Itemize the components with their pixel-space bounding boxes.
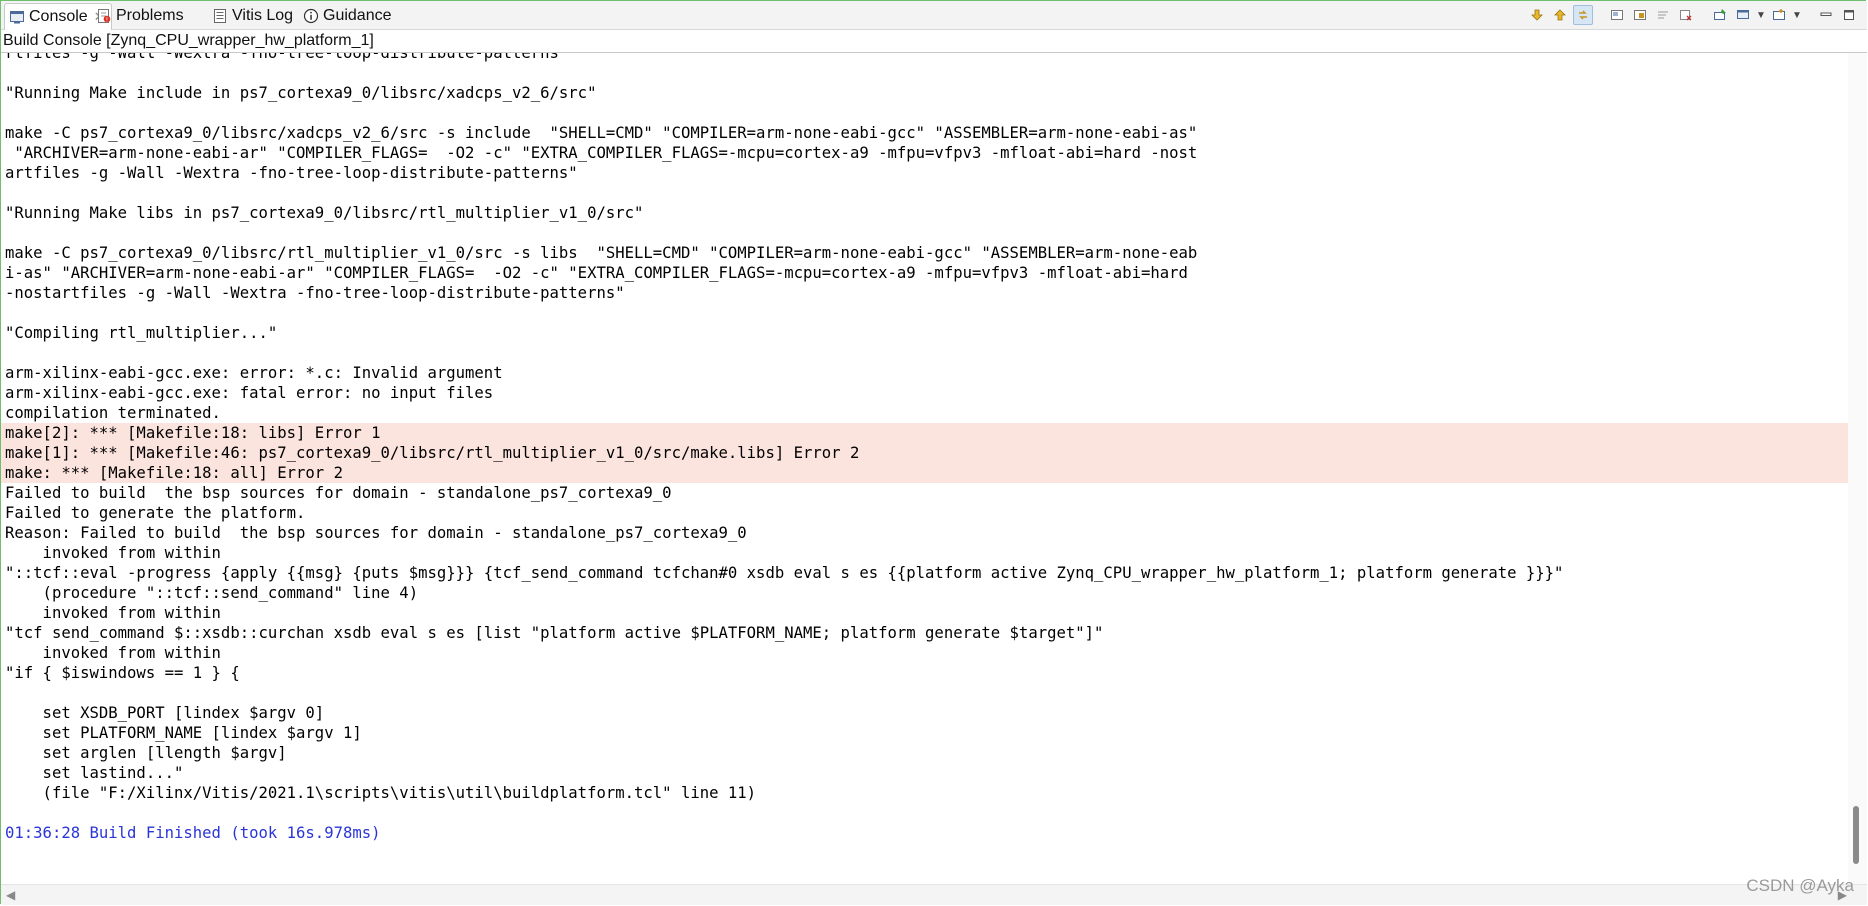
console-line: set PLATFORM_NAME [lindex $argv 1] <box>5 724 362 742</box>
console-line: 01:36:28 Build Finished (took 16s.978ms) <box>5 824 381 842</box>
console-line: Failed to generate the platform. <box>5 504 306 522</box>
console-line: "::tcf::eval -progress {apply {{msg} {pu… <box>5 564 1564 582</box>
tab-label: Vitis Log <box>232 6 294 24</box>
console-line: Failed to build the bsp sources for doma… <box>5 484 672 502</box>
word-wrap-icon[interactable] <box>1653 5 1673 25</box>
console-line: "Compiling rtl_multiplier..." <box>5 324 278 342</box>
console-line: "Running Make libs in ps7_cortexa9_0/lib… <box>5 204 644 222</box>
info-icon <box>303 8 319 24</box>
error-line: make[2]: *** [Makefile:18: libs] Error 1 <box>1 423 1848 443</box>
console-line: make -C ps7_cortexa9_0/libsrc/xadcps_v2_… <box>5 124 1198 142</box>
log-icon <box>212 8 228 24</box>
console-line: "ARCHIVER=arm-none-eabi-ar" "COMPILER_FL… <box>5 144 1198 162</box>
tab-vitis-log[interactable]: Vitis Log <box>212 3 293 28</box>
console-line: artfiles -g -Wall -Wextra -fno-tree-loop… <box>5 164 578 182</box>
horizontal-scrollbar[interactable]: ◀ ▶ <box>1 884 1867 905</box>
maximize-icon[interactable] <box>1839 5 1859 25</box>
console-line: invoked from within <box>5 544 221 562</box>
tab-label: Guidance <box>323 6 392 24</box>
console-output[interactable]: rtfiles -g -Wall -Wextra -fno-tree-loop-… <box>1 53 1848 884</box>
console-toolbar: ▼ ▼ <box>1527 4 1859 26</box>
error-line: make: *** [Makefile:18: all] Error 2 <box>1 463 1848 483</box>
scroll-left-icon[interactable]: ◀ <box>6 888 15 902</box>
console-line: set XSDB_PORT [lindex $argv 0] <box>5 704 325 722</box>
vertical-scrollbar[interactable] <box>1848 53 1867 884</box>
console-line: "Running Make include in ps7_cortexa9_0/… <box>5 84 597 102</box>
console-line: "tcf send_command $::xsdb::curchan xsdb … <box>5 624 1104 642</box>
arrow-up-icon[interactable] <box>1550 5 1570 25</box>
display-console-icon[interactable] <box>1733 5 1753 25</box>
console-line: set arglen [llength $argv] <box>5 744 287 762</box>
remove-launch-icon[interactable] <box>1676 5 1696 25</box>
clear-console-icon[interactable] <box>1607 5 1627 25</box>
console-line: invoked from within <box>5 604 221 622</box>
tab-problems[interactable]: ! Problems <box>96 3 184 28</box>
console-line: make -C ps7_cortexa9_0/libsrc/rtl_multip… <box>5 244 1198 262</box>
console-line: (procedure "::tcf::send_command" line 4) <box>5 584 419 602</box>
console-text: rtfiles -g -Wall -Wextra -fno-tree-loop-… <box>1 53 1848 843</box>
console-line: "if { $iswindows == 1 } { <box>5 664 240 682</box>
link-icon[interactable] <box>1573 5 1593 25</box>
open-console-icon[interactable] <box>1769 5 1789 25</box>
minimize-icon[interactable] <box>1816 5 1836 25</box>
console-line: invoked from within <box>5 644 221 662</box>
scroll-lock-icon[interactable] <box>1630 5 1650 25</box>
chevron-down-icon[interactable]: ▼ <box>1756 10 1766 21</box>
problems-icon: ! <box>96 8 112 24</box>
svg-text:!: ! <box>106 16 108 23</box>
watermark: CSDN @Ayka <box>1746 876 1854 895</box>
console-line: set lastind..." <box>5 764 184 782</box>
console-line: i-as" "ARCHIVER=arm-none-eabi-ar" "COMPI… <box>5 264 1188 282</box>
console-icon <box>9 9 25 25</box>
chevron-down-icon[interactable]: ▼ <box>1792 10 1802 21</box>
console-line: -nostartfiles -g -Wall -Wextra -fno-tree… <box>5 284 625 302</box>
scrollbar-thumb[interactable] <box>1853 806 1859 864</box>
view-tab-bar: Console ✕ ! Problems Vitis Log Guidance … <box>1 1 1867 30</box>
console-title: Build Console [Zynq_CPU_wrapper_hw_platf… <box>1 30 1867 53</box>
tab-label: Problems <box>116 6 184 24</box>
arrow-down-icon[interactable] <box>1527 5 1547 25</box>
error-line: make[1]: *** [Makefile:46: ps7_cortexa9_… <box>1 443 1848 463</box>
console-line: arm-xilinx-eabi-gcc.exe: fatal error: no… <box>5 384 494 402</box>
console-line: (file "F:/Xilinx/Vitis/2021.1\scripts\vi… <box>5 784 757 802</box>
console-line: rtfiles -g -Wall -Wextra -fno-tree-loop-… <box>5 53 559 62</box>
console-line: arm-xilinx-eabi-gcc.exe: error: *.c: Inv… <box>5 364 503 382</box>
tab-guidance[interactable]: Guidance <box>303 3 392 28</box>
pin-console-icon[interactable] <box>1710 5 1730 25</box>
console-line: compilation terminated. <box>5 404 221 422</box>
tab-label: Console <box>29 8 88 25</box>
console-line: Reason: Failed to build the bsp sources … <box>5 524 747 542</box>
